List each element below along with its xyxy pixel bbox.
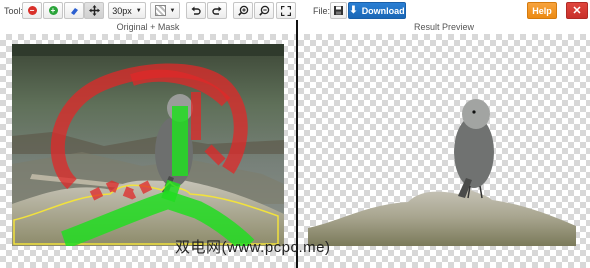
- brush-size-value: 30px: [112, 5, 132, 16]
- brush-size-select[interactable]: 30px ▼: [108, 2, 146, 19]
- fullscreen-icon: [281, 5, 291, 16]
- chevron-down-icon: ▼: [169, 7, 176, 14]
- pan-button[interactable]: [84, 2, 104, 19]
- move-arrows-icon: [88, 5, 100, 16]
- result-preview-pane: Result Preview: [298, 22, 590, 268]
- minus-circle-icon: −: [27, 6, 37, 15]
- help-label: Help: [532, 5, 552, 16]
- zoom-out-button[interactable]: [254, 2, 274, 19]
- zoom-in-icon: [237, 5, 248, 16]
- cutout-rock: [308, 188, 576, 246]
- eraser-button[interactable]: [64, 2, 84, 19]
- redo-button[interactable]: [207, 2, 227, 19]
- result-preview-title: Result Preview: [413, 22, 475, 32]
- redo-icon: [212, 6, 222, 15]
- fullscreen-button[interactable]: [276, 2, 296, 19]
- cutout-bird: [454, 99, 494, 199]
- help-button[interactable]: Help: [527, 2, 557, 19]
- original-mask-pane: Original + Mask: [0, 22, 296, 268]
- background-select[interactable]: ▼: [150, 2, 180, 19]
- download-label: Download: [361, 5, 405, 16]
- download-arrow-icon: ⬇: [349, 5, 358, 16]
- add-brush-button[interactable]: +: [43, 2, 63, 19]
- eraser-icon: [71, 7, 78, 15]
- watermark-text: 双电网(www.pcpc.me): [175, 239, 331, 256]
- tool-label: Tool:: [4, 6, 24, 16]
- save-button[interactable]: [330, 2, 347, 19]
- undo-button[interactable]: [186, 2, 206, 19]
- plus-circle-icon: +: [48, 6, 58, 15]
- close-icon: ✕: [572, 5, 582, 17]
- original-mask-title: Original + Mask: [116, 22, 180, 32]
- file-label: File:: [313, 6, 331, 16]
- download-button[interactable]: ⬇ Download: [348, 2, 406, 19]
- result-preview-canvas[interactable]: [308, 44, 580, 246]
- close-button[interactable]: ✕: [566, 2, 588, 19]
- remove-brush-button[interactable]: −: [22, 2, 42, 19]
- original-photo-canvas[interactable]: [12, 44, 284, 246]
- zoom-in-button[interactable]: [233, 2, 253, 19]
- toolbar: Tool: − + 30px ▼ ▼ File: ⬇ Download Help…: [0, 0, 590, 22]
- floppy-disk-icon: [334, 6, 343, 15]
- chevron-down-icon: ▼: [135, 7, 142, 14]
- zoom-out-icon: [258, 5, 269, 16]
- background-square-icon: [154, 5, 166, 16]
- undo-icon: [191, 6, 201, 15]
